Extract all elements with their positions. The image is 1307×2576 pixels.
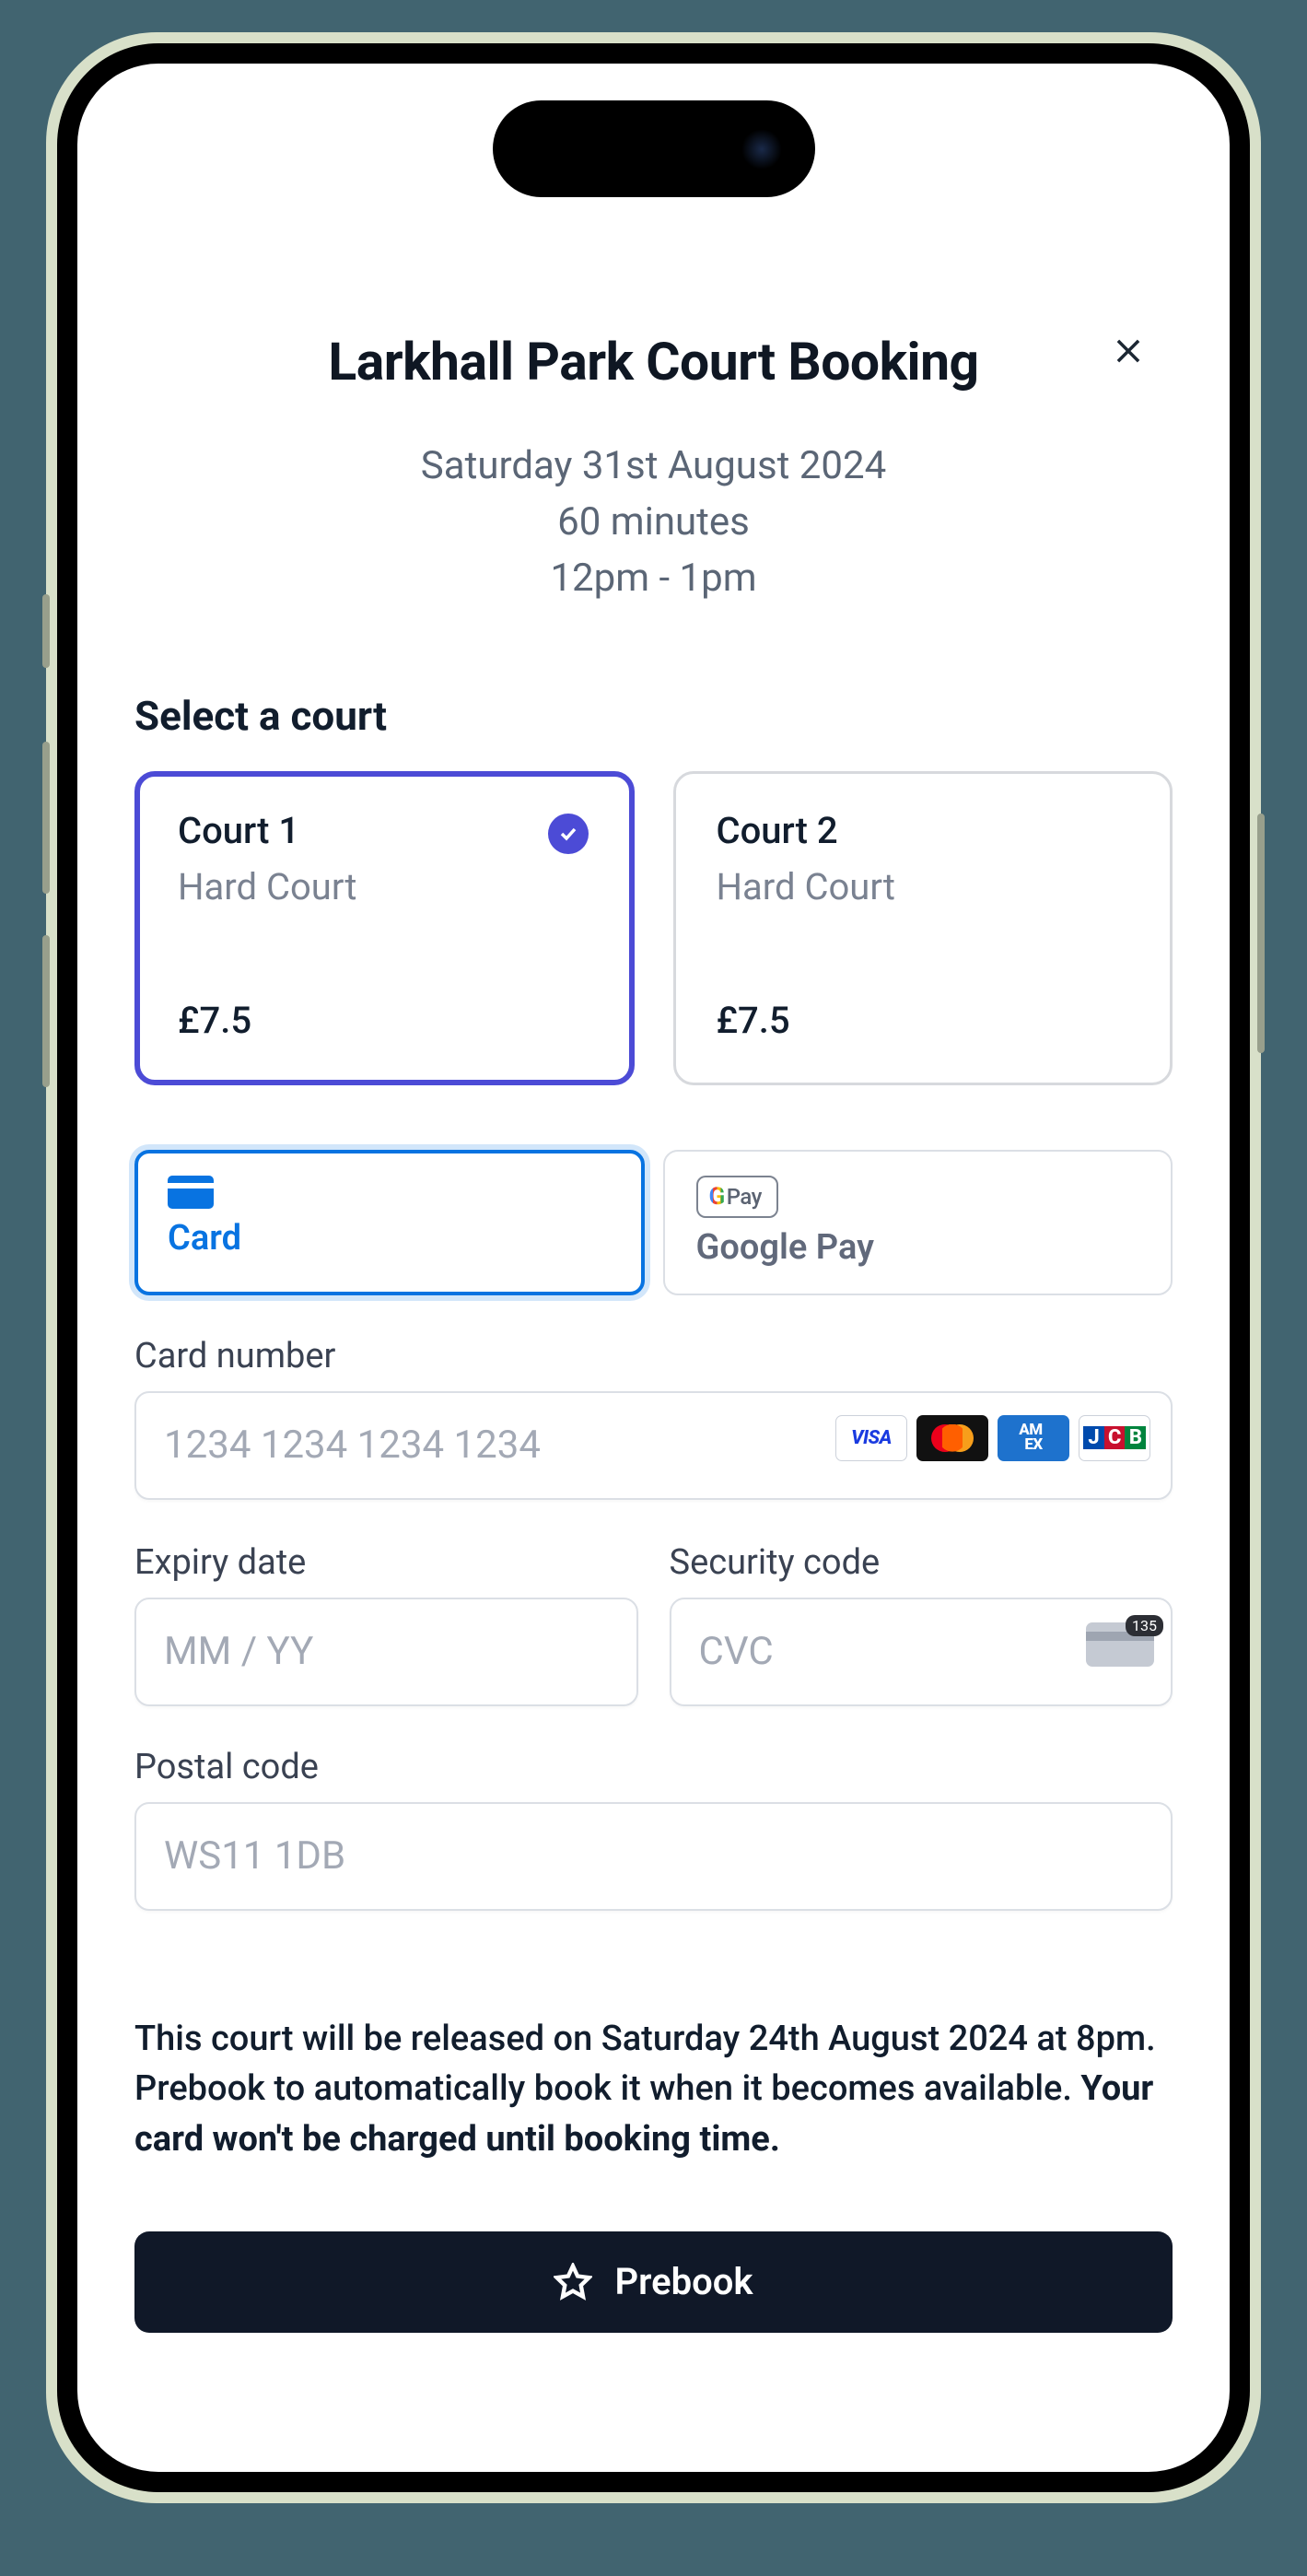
payment-method-tabs: Card GPay Google Pay xyxy=(134,1150,1173,1295)
court-name: Court 2 xyxy=(717,809,1130,852)
star-icon xyxy=(554,2263,592,2301)
volume-up-button xyxy=(42,742,50,894)
card-number-label: Card number xyxy=(134,1336,1173,1376)
postal-input[interactable] xyxy=(134,1802,1173,1911)
gpay-icon: GPay xyxy=(696,1176,778,1218)
amex-icon: AMEX xyxy=(998,1415,1069,1461)
close-button[interactable] xyxy=(1108,331,1149,371)
prebook-button[interactable]: Prebook xyxy=(134,2231,1173,2333)
court-price: £7.5 xyxy=(717,999,1130,1042)
payment-tab-label: Google Pay xyxy=(696,1227,1140,1268)
prebook-notice: This court will be released on Saturday … xyxy=(134,2014,1173,2165)
court-option-1[interactable]: Court 1 Hard Court £7.5 xyxy=(134,771,635,1085)
close-icon xyxy=(1111,334,1146,369)
power-button xyxy=(1257,814,1265,1053)
booking-time-range: 12pm - 1pm xyxy=(134,551,1173,607)
page-title: Larkhall Park Court Booking xyxy=(134,331,1173,392)
booking-summary: Saturday 31st August 2024 60 minutes 12p… xyxy=(134,439,1173,607)
payment-tab-label: Card xyxy=(168,1218,612,1259)
court-name: Court 1 xyxy=(178,809,591,852)
volume-down-button xyxy=(42,935,50,1087)
expiry-label: Expiry date xyxy=(134,1542,638,1583)
dynamic-island xyxy=(493,100,815,197)
booking-date: Saturday 31st August 2024 xyxy=(134,439,1173,495)
credit-card-icon xyxy=(168,1176,214,1209)
postal-label: Postal code xyxy=(134,1747,1173,1787)
visa-icon: VISA xyxy=(835,1415,907,1461)
booking-duration: 60 minutes xyxy=(134,495,1173,551)
cvc-hint-icon: 135 xyxy=(1086,1622,1154,1667)
card-brand-icons: VISA AMEX J C B xyxy=(835,1415,1150,1461)
selected-check-icon xyxy=(548,814,589,854)
payment-tab-gpay[interactable]: GPay Google Pay xyxy=(663,1150,1173,1295)
court-option-2[interactable]: Court 2 Hard Court £7.5 xyxy=(673,771,1173,1085)
mastercard-icon xyxy=(916,1415,988,1461)
mute-switch xyxy=(42,594,50,668)
court-options: Court 1 Hard Court £7.5 Court 2 Hard Cou… xyxy=(134,771,1173,1085)
phone-bezel: Larkhall Park Court Booking Saturday 31s… xyxy=(57,43,1250,2492)
cvc-label: Security code xyxy=(670,1542,1173,1583)
court-type: Hard Court xyxy=(717,865,1130,908)
court-price: £7.5 xyxy=(178,999,591,1042)
expiry-input[interactable] xyxy=(134,1598,638,1706)
prebook-button-label: Prebook xyxy=(614,2260,753,2303)
notice-text: This court will be released on Saturday … xyxy=(134,2019,1156,2110)
jcb-icon: J C B xyxy=(1079,1415,1150,1461)
front-camera xyxy=(741,129,782,170)
app-screen: Larkhall Park Court Booking Saturday 31s… xyxy=(77,64,1230,2472)
phone-device-frame: Larkhall Park Court Booking Saturday 31s… xyxy=(46,32,1261,2503)
court-type: Hard Court xyxy=(178,865,591,908)
payment-tab-card[interactable]: Card xyxy=(134,1150,645,1295)
select-court-heading: Select a court xyxy=(134,692,1173,740)
